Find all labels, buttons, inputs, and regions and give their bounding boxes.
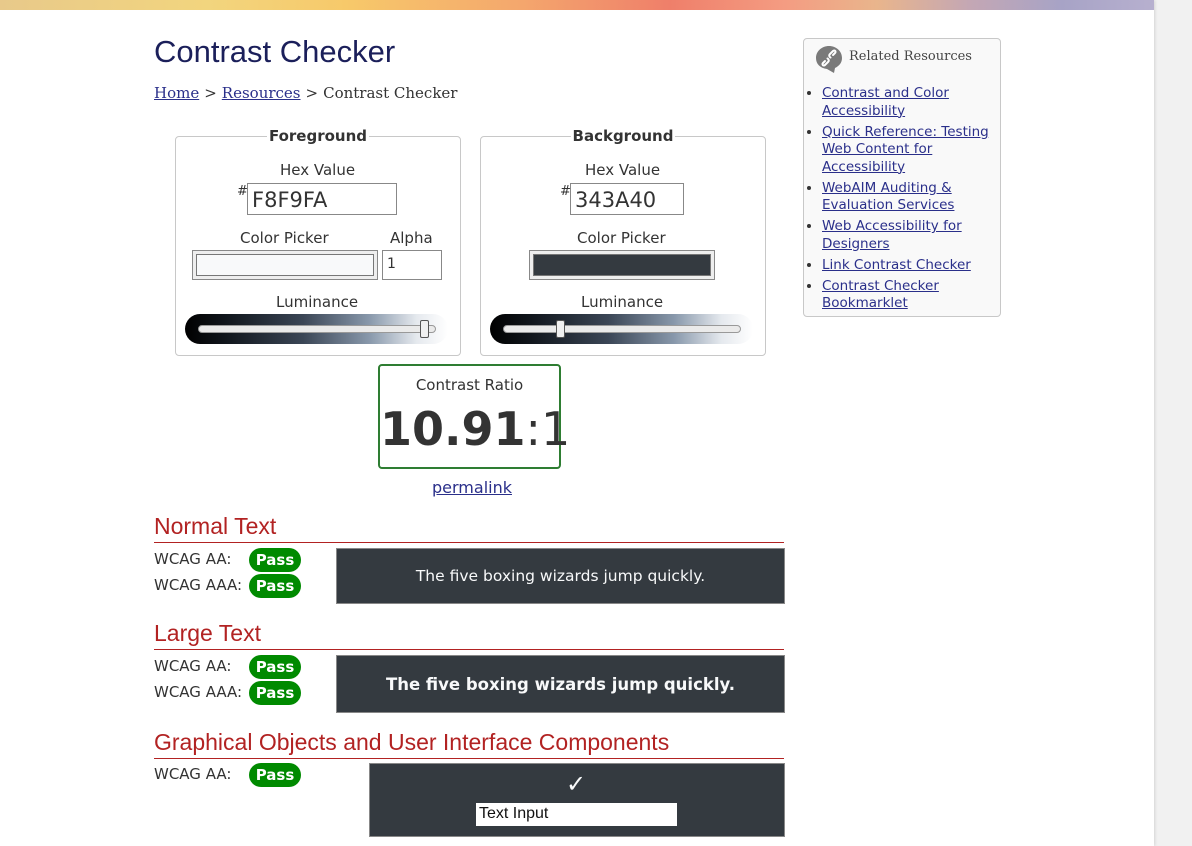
graphical-aa-pass-badge: Pass [249, 763, 301, 787]
background-hex-label: Hex Value [585, 161, 661, 179]
related-link-quick-reference[interactable]: Quick Reference: Testing Web Content for… [822, 124, 989, 175]
permalink-link[interactable]: permalink [432, 478, 512, 497]
related-link-contrast-color[interactable]: Contrast and Color Accessibility [822, 85, 949, 119]
contrast-ratio-box: Contrast Ratio 10.91:1 [378, 364, 570, 469]
background-luminance-thumb[interactable] [555, 320, 565, 338]
contrast-ratio-value: 10.91:1 [380, 402, 570, 456]
graphical-aa-label: WCAG AA: [154, 765, 232, 783]
breadcrumb-separator: > [305, 84, 319, 102]
breadcrumb-home-link[interactable]: Home [154, 84, 199, 102]
foreground-luminance-label: Luminance [276, 293, 359, 311]
foreground-color-picker[interactable] [192, 250, 378, 280]
sample-text-input[interactable]: Text Input [475, 802, 678, 827]
link-icon [816, 46, 842, 73]
graphical-objects-heading: Graphical Objects and User Interface Com… [154, 729, 784, 759]
breadcrumb-resources-link[interactable]: Resources [222, 84, 301, 102]
related-resources-panel: Related Resources Contrast and Color Acc… [803, 38, 1001, 317]
breadcrumb-current: Contrast Checker [323, 84, 458, 102]
contrast-ratio-label: Contrast Ratio [415, 376, 524, 394]
normal-text-sample: The five boxing wizards jump quickly. [336, 548, 785, 604]
related-link-link-contrast-checker[interactable]: Link Contrast Checker [822, 257, 971, 273]
large-text-aa-label: WCAG AA: [154, 657, 232, 675]
foreground-hex-input[interactable]: F8F9FA [247, 183, 397, 215]
foreground-color-swatch [196, 254, 374, 276]
foreground-picker-label: Color Picker [240, 229, 329, 247]
background-legend: Background [572, 127, 674, 145]
normal-text-aa-label: WCAG AA: [154, 550, 232, 568]
large-text-sample: The five boxing wizards jump quickly. [336, 655, 785, 713]
background-luminance-slider[interactable] [490, 314, 753, 344]
related-resources-title: Related Resources [849, 49, 972, 64]
background-color-picker[interactable] [529, 250, 715, 280]
header-banner [0, 0, 1154, 10]
foreground-alpha-label: Alpha [390, 229, 433, 247]
related-link-auditing-services[interactable]: WebAIM Auditing & Evaluation Services [822, 180, 954, 214]
foreground-legend: Foreground [268, 127, 368, 145]
list-item: WebAIM Auditing & Evaluation Services [822, 180, 1000, 215]
background-picker-label: Color Picker [577, 229, 666, 247]
breadcrumb-separator: > [204, 84, 217, 102]
list-item: Quick Reference: Testing Web Content for… [822, 124, 1000, 177]
page: Contrast Checker Home > Resources > Contrast… [0, 0, 1154, 846]
normal-text-aaa-label: WCAG AAA: [154, 576, 243, 594]
breadcrumb: Home > Resources > Contrast Checker [154, 84, 457, 102]
background-luminance-label: Luminance [581, 293, 664, 311]
related-resources-list: Contrast and Color Accessibility Quick R… [804, 85, 1000, 316]
foreground-hex-label: Hex Value [280, 161, 356, 179]
list-item: Contrast Checker Bookmarklet [822, 278, 1000, 313]
normal-text-aaa-pass-badge: Pass [249, 574, 301, 598]
background-luminance-track [503, 325, 741, 333]
normal-text-heading: Normal Text [154, 513, 784, 543]
related-link-designers[interactable]: Web Accessibility for Designers [822, 218, 962, 252]
contrast-ratio-suffix: :1 [525, 402, 571, 456]
large-text-aa-pass-badge: Pass [249, 655, 301, 679]
background-color-swatch [533, 254, 711, 276]
list-item: Link Contrast Checker [822, 257, 1000, 275]
foreground-luminance-thumb[interactable] [419, 320, 429, 338]
normal-text-aa-pass-badge: Pass [249, 548, 301, 572]
large-text-aaa-pass-badge: Pass [249, 681, 301, 705]
large-text-aaa-label: WCAG AAA: [154, 683, 243, 701]
checkmark-icon: ✓ [566, 770, 587, 798]
foreground-luminance-track [198, 325, 436, 333]
foreground-alpha-input[interactable]: 1 [382, 250, 442, 280]
list-item: Web Accessibility for Designers [822, 218, 1000, 253]
large-text-heading: Large Text [154, 620, 784, 650]
list-item: Contrast and Color Accessibility [822, 85, 1000, 120]
contrast-ratio-number: 10.91 [380, 402, 526, 456]
foreground-luminance-slider[interactable] [185, 314, 448, 344]
page-title: Contrast Checker [154, 34, 396, 69]
related-link-bookmarklet[interactable]: Contrast Checker Bookmarklet [822, 278, 939, 312]
background-hex-input[interactable]: 343A40 [570, 183, 684, 215]
